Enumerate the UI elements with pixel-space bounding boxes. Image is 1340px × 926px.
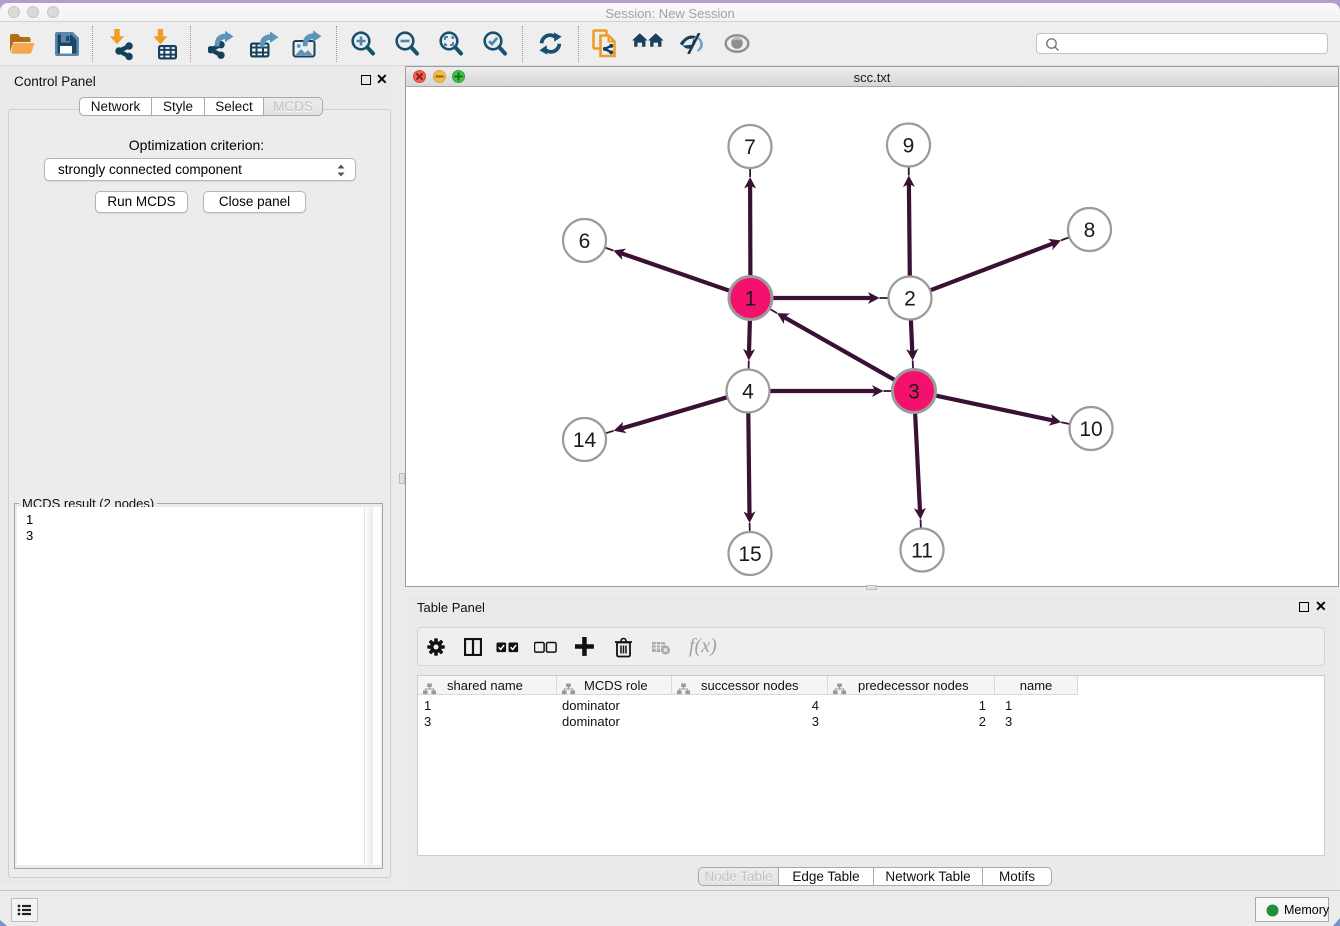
svg-text:9: 9: [903, 135, 915, 158]
svg-text:8: 8: [1084, 219, 1096, 242]
svg-text:11: 11: [911, 540, 933, 563]
svg-text:3: 3: [908, 381, 920, 404]
svg-text:1: 1: [745, 288, 757, 311]
svg-text:2: 2: [904, 288, 916, 311]
svg-text:4: 4: [742, 381, 754, 404]
svg-text:14: 14: [573, 429, 597, 452]
svg-text:7: 7: [744, 136, 756, 159]
svg-text:6: 6: [579, 230, 591, 253]
svg-text:10: 10: [1079, 418, 1102, 441]
svg-text:15: 15: [738, 543, 761, 566]
